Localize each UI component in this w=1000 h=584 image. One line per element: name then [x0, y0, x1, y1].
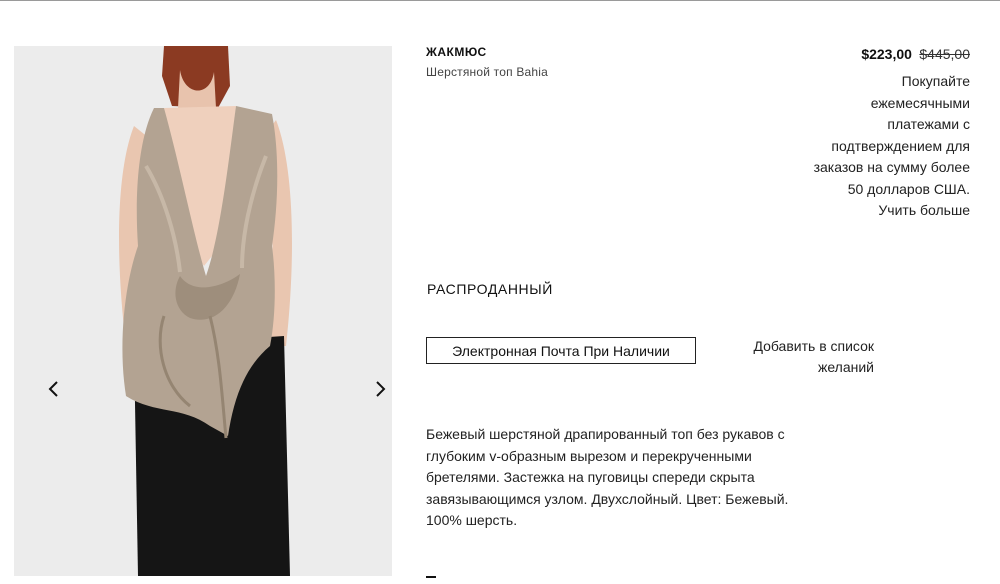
original-price: $445,00	[919, 46, 970, 62]
gallery-next-button[interactable]	[366, 374, 392, 404]
next-section-heading-fragment	[426, 576, 436, 578]
learn-more-link[interactable]: Учить больше	[810, 200, 970, 222]
notify-when-available-button[interactable]: Электронная Почта При Наличии	[426, 337, 696, 364]
stock-status: РАСПРОДАННЫЙ	[427, 281, 553, 297]
product-name: Шерстяной топ Bahia	[426, 65, 549, 79]
installments-info: Покупайте ежемесячными платежами с подтв…	[810, 71, 970, 222]
sale-price: $223,00	[861, 46, 912, 62]
add-to-wishlist-link[interactable]: Добавить в список желаний	[724, 336, 874, 378]
product-brand: ЖАКМЮС	[426, 45, 487, 59]
installments-text: Покупайте ежемесячными платежами с подтв…	[813, 73, 970, 197]
gallery-prev-button[interactable]	[38, 374, 68, 404]
price-box: $223,00 $445,00	[861, 46, 970, 64]
top-divider	[0, 0, 1000, 1]
chevron-left-icon	[48, 381, 58, 397]
chevron-right-icon	[376, 381, 386, 397]
product-image-gallery[interactable]	[14, 46, 392, 576]
product-description: Бежевый шерстяной драпированный топ без …	[426, 426, 789, 528]
product-photo	[14, 46, 392, 576]
